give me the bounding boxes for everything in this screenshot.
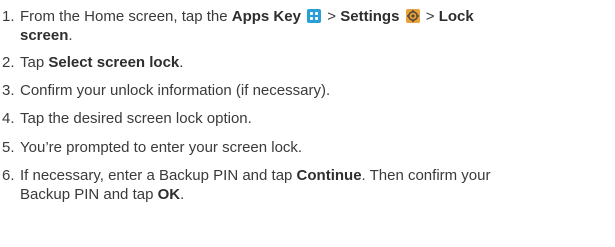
- step-text: Tap the desired screen lock option.: [20, 110, 252, 127]
- apps-key-label: Apps Key: [231, 8, 301, 25]
- step-5: 5. You’re prompted to enter your screen l…: [0, 138, 612, 157]
- instruction-list: 1. From the Home screen, tap the Apps Key…: [0, 0, 615, 247]
- apps-grid-icon: [307, 9, 322, 23]
- step-text: .: [68, 27, 73, 44]
- step-2: 2. Tap Select screen lock.: [0, 53, 612, 72]
- screen-label: screen: [20, 27, 69, 44]
- step-text: Tap: [20, 54, 49, 71]
- lock-label: Lock: [438, 8, 474, 25]
- step-3: 3. Confirm your unlock information (if ne…: [0, 81, 612, 100]
- step-text: Confirm your unlock information (if nece…: [20, 82, 331, 99]
- step-text: From the Home screen, tap the: [20, 8, 232, 25]
- select-screen-lock-label: Select screen lock: [48, 54, 180, 71]
- step-number: 1.: [2, 8, 15, 25]
- step-6: 6. If necessary, enter a Backup PIN and t…: [0, 166, 612, 204]
- step-4: 4. Tap the desired screen lock option.: [0, 109, 612, 128]
- step-text: You’re prompted to enter your screen loc…: [20, 139, 303, 156]
- step-number: 3.: [2, 82, 15, 99]
- step-text: .: [179, 54, 184, 71]
- continue-label: Continue: [296, 167, 362, 184]
- ok-label: OK: [157, 186, 181, 203]
- settings-label: Settings: [340, 8, 400, 25]
- step-text: If necessary, enter a Backup PIN and tap: [20, 167, 297, 184]
- step-1: 1. From the Home screen, tap the Apps Key…: [0, 7, 612, 45]
- step-number: 6.: [2, 167, 15, 184]
- step-number: 4.: [2, 110, 15, 127]
- step-number: 2.: [2, 54, 15, 71]
- separator-text: >: [323, 8, 341, 25]
- step-text: . Then confirm your: [361, 167, 491, 184]
- step-text: .: [180, 186, 185, 203]
- settings-gear-icon: [405, 9, 420, 23]
- separator-text: >: [421, 8, 439, 25]
- step-number: 5.: [2, 139, 15, 156]
- step-text: Backup PIN and tap: [20, 186, 158, 203]
